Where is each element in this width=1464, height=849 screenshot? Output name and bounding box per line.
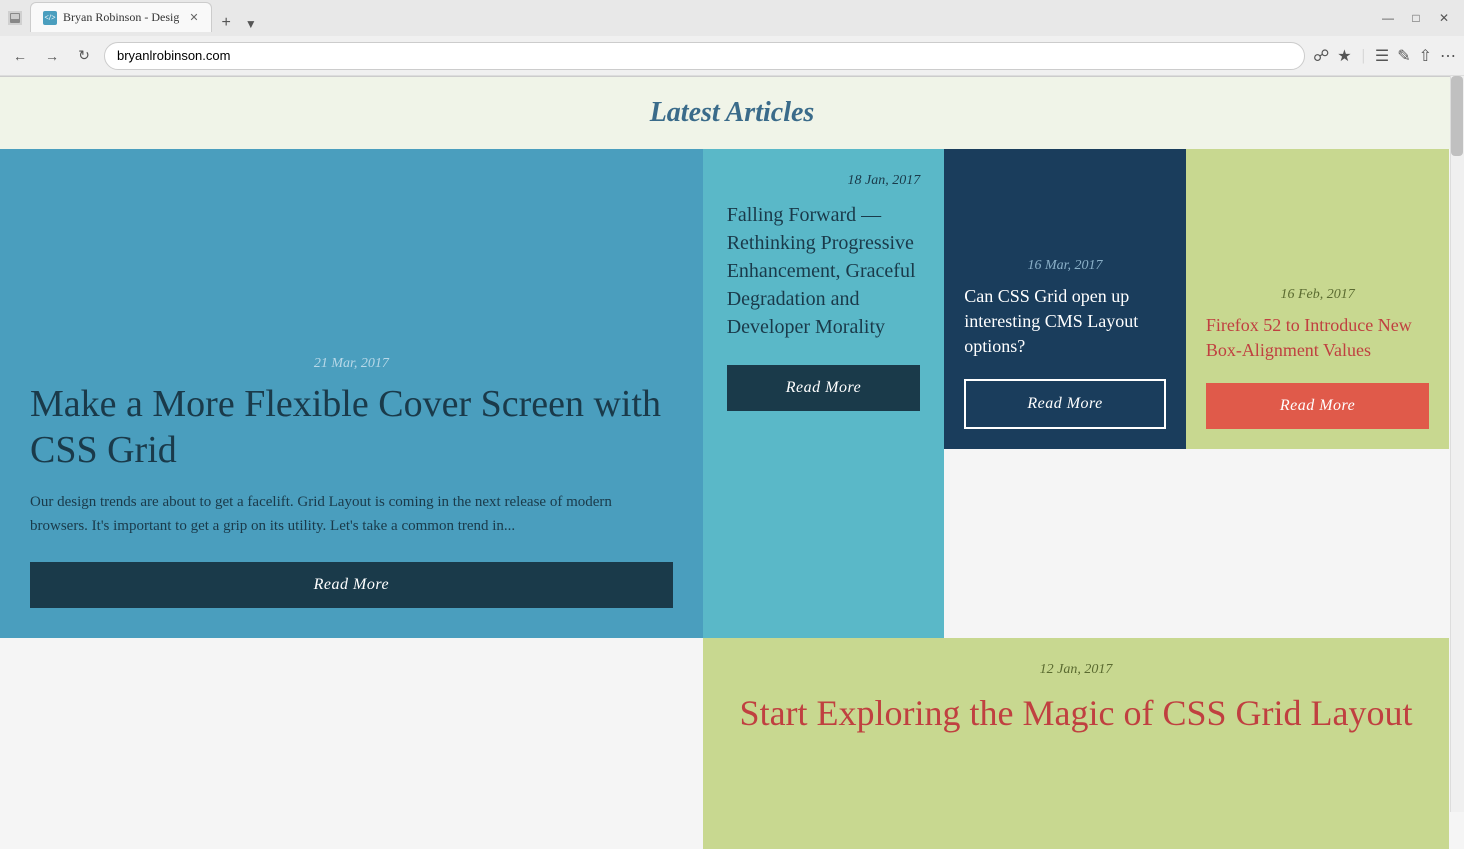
page-title: Latest Articles xyxy=(0,97,1464,129)
menu-icon[interactable]: ☰ xyxy=(1375,46,1389,66)
page-content: Latest Articles 21 Mar, 2017 Make a More… xyxy=(0,77,1464,849)
featured-article-date: 21 Mar, 2017 xyxy=(30,356,673,372)
share-icon[interactable]: ⇧ xyxy=(1419,46,1432,66)
address-bar[interactable] xyxy=(104,42,1305,70)
tab-strip: </> Bryan Robinson - Desig ✕ + ▼ xyxy=(30,4,1372,32)
tab-title: Bryan Robinson - Desig xyxy=(63,10,179,25)
toolbar-actions: ☍ ★ | ☰ ✎ ⇧ ⋯ xyxy=(1313,46,1456,66)
featured-article-title: Make a More Flexible Cover Screen with C… xyxy=(30,382,673,473)
card1-title: Can CSS Grid open up interesting CMS Lay… xyxy=(964,284,1166,360)
article-card-1: 16 Mar, 2017 Can CSS Grid open up intere… xyxy=(944,149,1186,449)
tab-list-controls[interactable]: ▼ xyxy=(245,17,257,32)
inking-icon[interactable]: ✎ xyxy=(1397,46,1410,66)
new-tab-button[interactable]: + xyxy=(214,14,239,32)
article-wide: 12 Jan, 2017 Start Exploring the Magic o… xyxy=(703,638,1450,849)
articles-grid: 21 Mar, 2017 Make a More Flexible Cover … xyxy=(0,149,1464,849)
article-card-3: 18 Jan, 2017 Falling Forward — Rethinkin… xyxy=(703,149,945,638)
tab-close-btn[interactable]: ✕ xyxy=(189,11,198,24)
card1-read-more-button[interactable]: Read More xyxy=(964,379,1166,429)
window-controls: — □ ✕ xyxy=(1376,6,1456,30)
reader-view-icon[interactable]: ☍ xyxy=(1313,46,1329,66)
browser-chrome: </> Bryan Robinson - Desig ✕ + ▼ — □ ✕ ←… xyxy=(0,0,1464,77)
card2-date: 16 Feb, 2017 xyxy=(1206,287,1430,303)
maximize-btn[interactable]: □ xyxy=(1404,6,1428,30)
tab-favicon: </> xyxy=(43,11,57,25)
close-btn[interactable]: ✕ xyxy=(1432,6,1456,30)
favorites-icon[interactable]: ★ xyxy=(1337,46,1351,66)
scrollbar[interactable] xyxy=(1450,76,1464,812)
back-button[interactable]: ← xyxy=(8,44,32,68)
card3-read-more-button[interactable]: Read More xyxy=(727,365,921,411)
scrollbar-thumb[interactable] xyxy=(1451,76,1463,156)
minimize-btn[interactable]: — xyxy=(1376,6,1400,30)
page-header: Latest Articles xyxy=(0,77,1464,149)
featured-article-excerpt: Our design trends are about to get a fac… xyxy=(30,490,673,538)
featured-article: 21 Mar, 2017 Make a More Flexible Cover … xyxy=(0,149,703,638)
browser-toolbar: ← → ↻ ☍ ★ | ☰ ✎ ⇧ ⋯ xyxy=(0,36,1464,76)
refresh-button[interactable]: ↻ xyxy=(72,44,96,68)
card2-title: Firefox 52 to Introduce New Box-Alignmen… xyxy=(1206,313,1430,363)
more-icon[interactable]: ⋯ xyxy=(1440,46,1456,66)
system-icon xyxy=(8,11,22,25)
system-controls xyxy=(8,11,22,25)
card3-date: 18 Jan, 2017 xyxy=(727,173,921,189)
separator: | xyxy=(1362,47,1365,65)
wide-article-title: Start Exploring the Magic of CSS Grid La… xyxy=(740,690,1413,737)
card3-title: Falling Forward — Rethinking Progressive… xyxy=(727,201,921,341)
active-tab[interactable]: </> Bryan Robinson - Desig ✕ xyxy=(30,2,212,32)
card2-read-more-button[interactable]: Read More xyxy=(1206,383,1430,429)
card1-date: 16 Mar, 2017 xyxy=(964,258,1166,274)
featured-read-more-button[interactable]: Read More xyxy=(30,562,673,608)
title-bar: </> Bryan Robinson - Desig ✕ + ▼ — □ ✕ xyxy=(0,0,1464,36)
forward-button[interactable]: → xyxy=(40,44,64,68)
wide-article-date: 12 Jan, 2017 xyxy=(1040,662,1113,678)
article-card-2: 16 Feb, 2017 Firefox 52 to Introduce New… xyxy=(1186,149,1450,449)
